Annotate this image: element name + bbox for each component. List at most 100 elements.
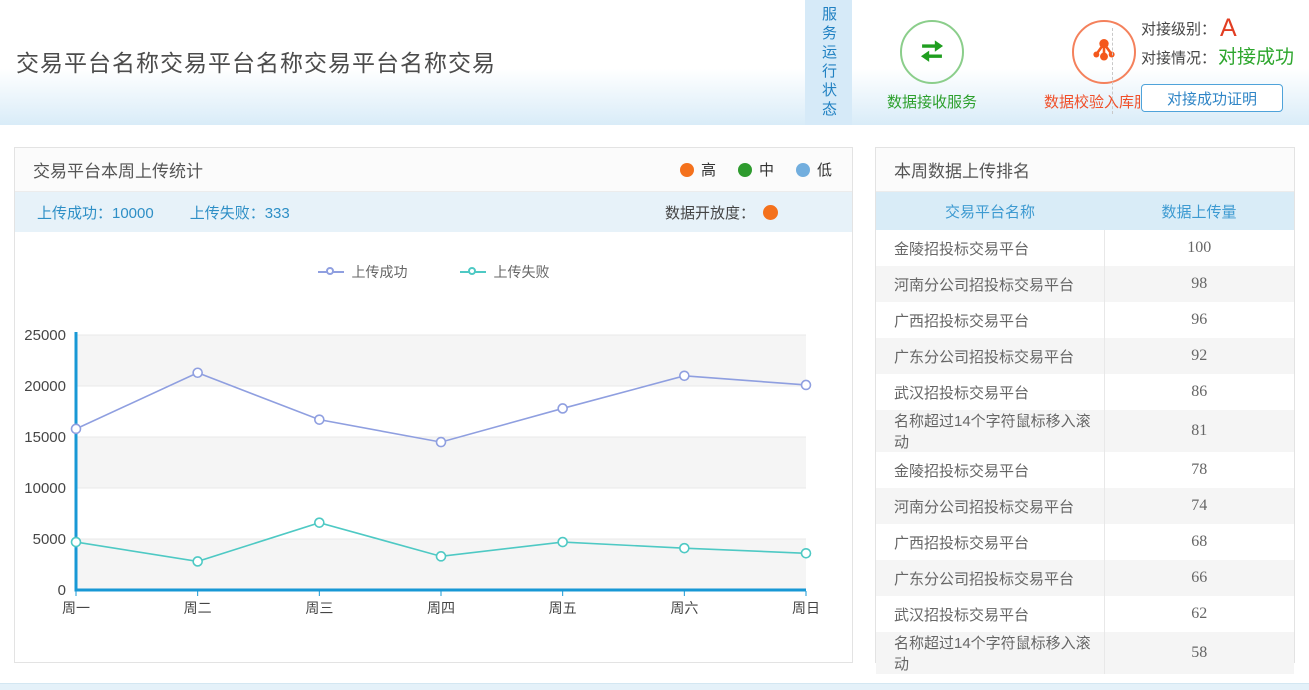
chart-legend-marker xyxy=(460,271,486,273)
upload-amount-cell: 86 xyxy=(1104,374,1294,410)
upload-counter: 上传失败：333 xyxy=(190,202,290,223)
upload-amount-cell: 78 xyxy=(1104,452,1294,488)
platform-name-cell: 河南分公司招投标交易平台 xyxy=(876,488,1104,524)
data-point xyxy=(558,538,567,547)
x-axis-tick-label: 周五 xyxy=(549,600,577,616)
tab-service-status-label: 服务运行状态 xyxy=(818,6,839,120)
tab-service-status[interactable]: 服务运行状态 xyxy=(805,0,852,125)
chart-band xyxy=(76,539,806,590)
service-status-group: 数据接收服务 数据校验入库服务 xyxy=(862,20,1174,112)
y-axis-tick-label: 10000 xyxy=(24,480,66,497)
data-openness-dot xyxy=(763,205,778,220)
share-nodes-icon xyxy=(1087,33,1121,72)
data-point xyxy=(315,415,324,424)
table-row[interactable]: 金陵招投标交易平台100 xyxy=(876,230,1294,266)
ranking-title: 本周数据上传排名 xyxy=(894,157,1030,182)
upload-chart: 0500010000150002000025000周一周二周三周四周五周六周日 xyxy=(15,232,852,662)
link-info-block: 对接级别： A 对接情况： 对接成功 对接成功证明 xyxy=(1141,16,1301,112)
upload-amount-cell: 81 xyxy=(1104,410,1294,452)
transfer-arrows-icon xyxy=(915,33,949,72)
table-row[interactable]: 河南分公司招投标交易平台74 xyxy=(876,488,1294,524)
upload-amount-cell: 92 xyxy=(1104,338,1294,374)
platform-name-cell: 武汉招投标交易平台 xyxy=(876,374,1104,410)
page-header: 交易平台名称交易平台名称交易平台名称交易 服务运行状态 数据接收服务 xyxy=(0,0,1309,125)
link-level-label: 对接级别： xyxy=(1141,18,1216,39)
platform-name-cell: 广西招投标交易平台 xyxy=(876,524,1104,560)
x-axis-tick-label: 周一 xyxy=(62,600,90,616)
ranking-table-header-row: 交易平台名称 数据上传量 xyxy=(876,192,1294,230)
data-point xyxy=(193,368,202,377)
data-point xyxy=(680,544,689,553)
chart-legend-item[interactable]: 上传失败 xyxy=(460,262,550,282)
chart-legend-label: 上传成功 xyxy=(352,262,408,282)
platform-name-cell: 广西招投标交易平台 xyxy=(876,302,1104,338)
table-row[interactable]: 武汉招投标交易平台86 xyxy=(876,374,1294,410)
page-title: 交易平台名称交易平台名称交易平台名称交易 xyxy=(16,44,496,78)
table-row[interactable]: 名称超过14个字符鼠标移入滚动58 xyxy=(876,632,1294,674)
link-level-value: A xyxy=(1220,16,1237,41)
level-legend-item: 中 xyxy=(738,159,774,180)
level-legend-dot xyxy=(738,163,752,177)
table-row[interactable]: 河南分公司招投标交易平台98 xyxy=(876,266,1294,302)
chart-band xyxy=(76,488,806,539)
data-point xyxy=(802,549,811,558)
upload-stats-title: 交易平台本周上传统计 xyxy=(33,157,203,182)
level-legend-item: 高 xyxy=(680,159,716,180)
level-legend: 高中低 xyxy=(680,159,832,180)
cert-proof-button[interactable]: 对接成功证明 xyxy=(1141,84,1283,112)
upload-chart-area: 0500010000150002000025000周一周二周三周四周五周六周日 … xyxy=(15,232,852,662)
chart-legend-marker xyxy=(318,271,344,273)
upload-amount-cell: 98 xyxy=(1104,266,1294,302)
header-divider xyxy=(1112,28,1113,114)
platform-name-cell: 名称超过14个字符鼠标移入滚动 xyxy=(876,410,1104,452)
y-axis-tick-label: 0 xyxy=(58,582,66,599)
table-row[interactable]: 广东分公司招投标交易平台92 xyxy=(876,338,1294,374)
service-data-validate-circle xyxy=(1072,20,1136,84)
chart-band xyxy=(76,386,806,437)
service-data-receive[interactable]: 数据接收服务 xyxy=(862,20,1002,112)
chart-legend: 上传成功 上传失败 xyxy=(15,262,852,282)
x-axis-tick-label: 周二 xyxy=(184,600,212,616)
platform-name-cell: 广东分公司招投标交易平台 xyxy=(876,560,1104,596)
level-legend-item: 低 xyxy=(796,159,832,180)
ranking-card: 本周数据上传排名 交易平台名称 数据上传量 金陵招投标交易平台100河南分公司招… xyxy=(875,147,1295,663)
data-point xyxy=(315,518,324,527)
data-point xyxy=(72,538,81,547)
y-axis-tick-label: 20000 xyxy=(24,378,66,395)
x-axis-tick-label: 周日 xyxy=(792,600,820,616)
upload-amount-cell: 68 xyxy=(1104,524,1294,560)
upload-stats-row: 上传成功：10000上传失败：333 数据开放度： xyxy=(15,192,852,232)
x-axis-tick-label: 周三 xyxy=(305,600,333,616)
level-legend-dot xyxy=(680,163,694,177)
table-row[interactable]: 广西招投标交易平台68 xyxy=(876,524,1294,560)
service-data-receive-circle xyxy=(900,20,964,84)
chart-legend-label: 上传失败 xyxy=(494,262,550,282)
table-row[interactable]: 武汉招投标交易平台62 xyxy=(876,596,1294,632)
platform-name-cell: 广东分公司招投标交易平台 xyxy=(876,338,1104,374)
column-platform-name: 交易平台名称 xyxy=(876,192,1104,230)
ranking-header: 本周数据上传排名 xyxy=(876,148,1294,192)
service-data-receive-label: 数据接收服务 xyxy=(862,91,1002,112)
table-row[interactable]: 广东分公司招投标交易平台66 xyxy=(876,560,1294,596)
table-row[interactable]: 金陵招投标交易平台78 xyxy=(876,452,1294,488)
level-legend-label: 低 xyxy=(817,159,832,180)
upload-amount-cell: 58 xyxy=(1104,632,1294,674)
y-axis-tick-label: 15000 xyxy=(24,429,66,446)
upload-amount-cell: 62 xyxy=(1104,596,1294,632)
table-row[interactable]: 名称超过14个字符鼠标移入滚动81 xyxy=(876,410,1294,452)
column-upload-amount: 数据上传量 xyxy=(1104,192,1294,230)
chart-legend-item[interactable]: 上传成功 xyxy=(318,262,408,282)
upload-stats-header: 交易平台本周上传统计 高 中 低 xyxy=(15,148,852,192)
ranking-table-body: 金陵招投标交易平台100河南分公司招投标交易平台98广西招投标交易平台96广东分… xyxy=(876,230,1294,674)
upload-stats-card: 交易平台本周上传统计 高 中 低 上传成功：10000上传失败：333 数据开放度：… xyxy=(14,147,853,663)
upload-counters: 上传成功：10000上传失败：333 xyxy=(37,202,290,223)
data-point xyxy=(193,557,202,566)
table-row[interactable]: 广西招投标交易平台96 xyxy=(876,302,1294,338)
upload-amount-cell: 66 xyxy=(1104,560,1294,596)
footer-strip xyxy=(0,683,1309,690)
y-axis-tick-label: 25000 xyxy=(24,327,66,344)
data-point xyxy=(558,404,567,413)
ranking-table: 交易平台名称 数据上传量 金陵招投标交易平台100河南分公司招投标交易平台98广… xyxy=(876,192,1294,674)
x-axis-tick-label: 周六 xyxy=(670,600,698,616)
data-openness-label: 数据开放度： xyxy=(665,202,755,223)
